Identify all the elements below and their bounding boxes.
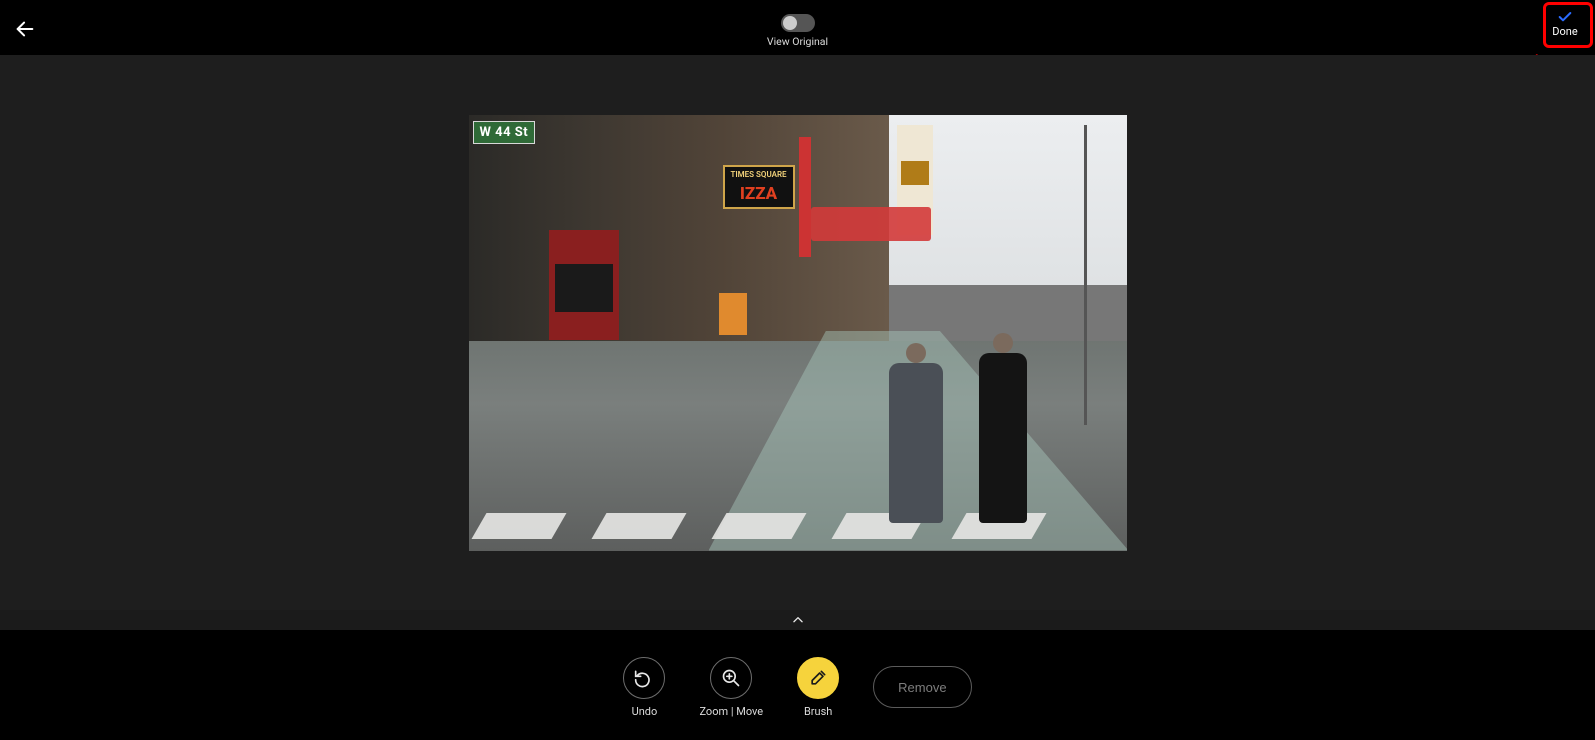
brush-tool[interactable]: Brush: [797, 657, 839, 718]
remove-button[interactable]: Remove: [873, 666, 971, 708]
bottom-bar: Undo Zoom | Move Brush: [0, 630, 1595, 740]
canvas-area[interactable]: TIMES SQUARE IZZA W 44 St: [0, 55, 1595, 610]
remove-label: Remove: [898, 680, 946, 695]
view-original-label: View Original: [767, 35, 828, 48]
undo-label: Undo: [632, 705, 658, 718]
brush-icon: [808, 668, 828, 688]
view-original-toggle-group: View Original: [767, 14, 828, 48]
expand-panel-handle[interactable]: [0, 610, 1595, 630]
scene-tree: [1084, 125, 1087, 425]
zoom-move-tool[interactable]: Zoom | Move: [699, 657, 763, 718]
scene-street-sign: W 44 St: [473, 121, 536, 144]
scene-pedestrian: [979, 353, 1027, 523]
scene-pedestrian: [889, 363, 943, 523]
scene-neon-sign: [811, 207, 931, 241]
view-original-toggle[interactable]: [781, 14, 815, 32]
done-label: Done: [1552, 25, 1577, 38]
done-button[interactable]: Done: [1543, 5, 1587, 44]
scene-poster: [549, 230, 619, 340]
scene-crosswalk: [469, 441, 1127, 551]
zoom-move-label: Zoom | Move: [699, 705, 763, 718]
edited-photo[interactable]: TIMES SQUARE IZZA W 44 St: [469, 115, 1127, 551]
arrow-left-icon: [14, 18, 36, 40]
undo-icon: [634, 668, 654, 688]
scene-pizza-sign-top: TIMES SQUARE: [725, 170, 793, 179]
scene-pizza-sign-main: IZZA: [740, 184, 777, 204]
back-button[interactable]: [14, 18, 38, 42]
scene-sandwich-board: [719, 293, 747, 335]
tool-row: Undo Zoom | Move Brush: [0, 630, 1595, 740]
undo-tool[interactable]: Undo: [623, 657, 665, 718]
scene-vertical-sign: [799, 137, 811, 257]
chevron-up-icon: [789, 613, 807, 627]
scene-pizza-sign: TIMES SQUARE IZZA: [723, 165, 795, 209]
zoom-in-icon: [721, 668, 741, 688]
brush-label: Brush: [804, 705, 832, 718]
check-icon: [1555, 9, 1575, 25]
top-bar: View Original Done: [0, 0, 1595, 55]
